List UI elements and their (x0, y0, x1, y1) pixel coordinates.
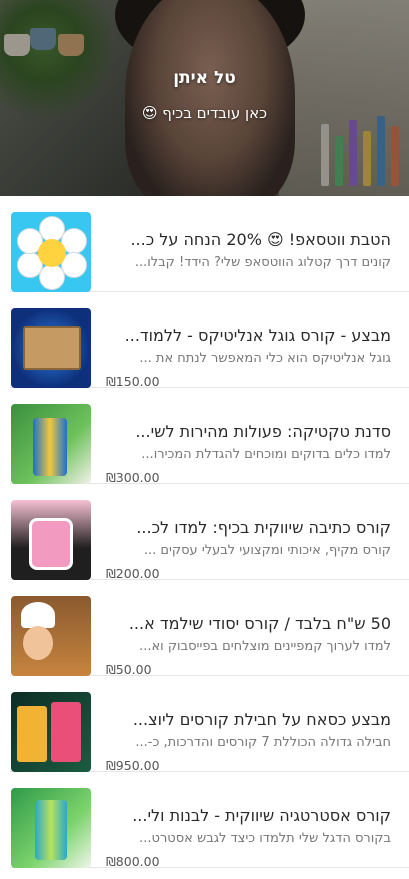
profile-tagline: כאן עובדים בכיף 😍 (141, 104, 268, 122)
list-item[interactable]: קורס כתיבה שיווקית בכיף: למדו לכ... קורס… (10, 484, 409, 581)
product-title: הטבת ווטסאפ! 😍 20% הנחה על כ... (130, 230, 391, 249)
product-price: ₪200.00 (106, 566, 160, 581)
product-price: ₪300.00 (106, 470, 160, 485)
product-description: קונים דרך קטלוג הווטסאפ שלי? הידד! קבלו.… (134, 255, 391, 270)
product-list: הטבת ווטסאפ! 😍 20% הנחה על כ... קונים דר… (0, 196, 409, 869)
product-description: למדו כלים בדוקים ומוכחים להגדלת המכירו..… (141, 447, 391, 462)
product-thumbnail (11, 404, 91, 484)
list-item[interactable]: 50 ש"ח בלבד / קורס יסודי שילמד א... למדו… (10, 580, 409, 677)
product-title: קורס אסטרטגיה שיווקית - לבנות ולי... (132, 806, 391, 825)
product-description: חבילה גדולה הכוללת 7 קורסים והדרכות, כ-.… (135, 735, 391, 750)
list-item[interactable]: מבצע כסאח על חבילת קורסים ליוצ... חבילה … (10, 676, 409, 773)
product-price: ₪950.00 (106, 758, 160, 773)
profile-name: טל איתן (173, 68, 236, 88)
product-thumbnail (11, 788, 91, 868)
profile-header: טל איתן כאן עובדים בכיף 😍 (0, 0, 409, 196)
product-description: קורס מקיף, איכותי ומקצועי לבעלי עסקים ..… (143, 543, 391, 558)
product-thumbnail (11, 212, 91, 292)
product-description: למדו לערוך קמפיינים מוצלחים בפייסבוק וא.… (139, 639, 391, 654)
product-thumbnail (11, 500, 91, 580)
product-title: קורס כתיבה שיווקית בכיף: למדו לכ... (136, 518, 391, 537)
product-thumbnail (11, 692, 91, 772)
product-title: 50 ש"ח בלבד / קורס יסודי שילמד א... (128, 614, 391, 633)
list-item[interactable]: סדנת טקטיקה: פעולות מהירות לשי... למדו כ… (10, 388, 409, 485)
product-price: ₪150.00 (106, 374, 160, 389)
product-description: גוגל אנליטיקס הוא כלי המאפשר לנתח את ... (139, 351, 391, 366)
list-item[interactable]: הטבת ווטסאפ! 😍 20% הנחה על כ... קונים דר… (10, 196, 409, 292)
list-item[interactable]: קורס אסטרטגיה שיווקית - לבנות ולי... בקו… (10, 772, 409, 869)
product-thumbnail (11, 308, 91, 388)
product-title: מבצע כסאח על חבילת קורסים ליוצ... (132, 710, 391, 729)
product-thumbnail (11, 596, 91, 676)
product-title: מבצע - קורס גוגל אנליטיקס - ללמוד... (124, 326, 391, 345)
photo-overlay (0, 0, 409, 196)
product-description: בקורס הדגל שלי תלמדו כיצד לגבש אסטרט... (139, 831, 391, 846)
product-price: ₪800.00 (106, 854, 160, 869)
product-price: ₪50.00 (106, 662, 152, 677)
list-item[interactable]: מבצע - קורס גוגל אנליטיקס - ללמוד... גוג… (10, 292, 409, 389)
product-title: סדנת טקטיקה: פעולות מהירות לשי... (135, 422, 391, 441)
